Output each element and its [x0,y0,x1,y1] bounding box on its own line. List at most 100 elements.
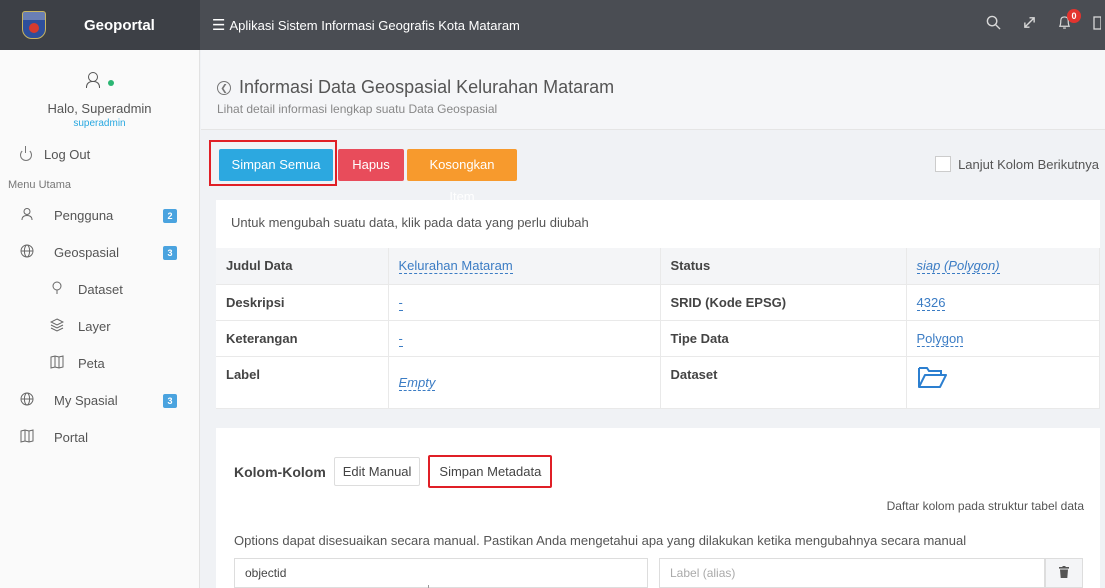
table-row: Judul Data Kelurahan Mataram Status siap… [216,248,1100,285]
globe-icon [20,244,34,261]
bell-icon[interactable]: 0 [1058,9,1081,35]
back-icon[interactable]: ❮ [217,80,231,95]
sidebar-item-label: Peta [78,356,105,371]
username[interactable]: superadmin [0,118,199,129]
edit-note: Untuk mengubah suatu data, klik pada dat… [231,215,589,230]
clear-items-button[interactable]: Kosongkan Item [407,149,517,204]
row-label: Dataset [660,356,907,409]
menu-heading: Menu Utama [8,179,71,191]
sidebar-item-label: Portal [54,430,88,445]
row-label: Deskripsi [216,284,389,321]
row-value: 4326 [906,284,1100,321]
online-status-dot [107,80,114,86]
sidebar-item-label: Geospasial [54,245,120,260]
row-value: Kelurahan Mataram [388,248,661,285]
save-all-button[interactable]: Simpan Semua [219,149,333,181]
description-value[interactable]: - [398,294,403,311]
next-column-label: Lanjut Kolom Berikutnya [958,156,1099,172]
hamburger-icon[interactable]: ☰ [212,16,225,34]
delete-button[interactable]: Hapus [338,149,404,181]
toolbar: Simpan Semua Hapus Kosongkan Item Lanjut… [209,140,1105,204]
row-label: Tipe Data [660,320,907,357]
row-label: Keterangan [216,320,389,357]
logout-link[interactable]: Log Out [0,129,199,162]
count-badge: 2 [163,208,177,223]
greeting: Halo, Superadmin [47,101,152,116]
count-badge: 3 [163,245,177,260]
next-column-checkbox[interactable] [935,156,952,172]
alias-input[interactable]: Label (alias) [659,558,1045,588]
brand-name: Geoportal [84,16,155,34]
next-column-option[interactable]: Lanjut Kolom Berikutnya [935,156,1099,172]
sidebar-item-my-spasial[interactable]: My Spasial 3 [0,382,199,419]
table-row: Deskripsi - SRID (Kode EPSG) 4326 [216,284,1100,321]
pin-icon [50,281,64,298]
user-icon [85,72,100,88]
page-title: ❮ Informasi Data Geospasial Kelurahan Ma… [217,77,1105,98]
sidebar-item-dataset[interactable]: Dataset [0,271,199,308]
sidebar-item-label: My Spasial [54,393,118,408]
power-icon [20,145,32,161]
row-label: SRID (Kode EPSG) [660,284,907,321]
search-icon[interactable] [986,15,1001,35]
sidebar-item-label: Layer [78,319,111,334]
srid-value[interactable]: 4326 [916,294,946,311]
sidebar-item-peta[interactable]: Peta [0,345,199,382]
page-title-text: Informasi Data Geospasial Kelurahan Mata… [239,77,615,97]
row-label: Judul Data [216,248,389,285]
row-value: Polygon [906,320,1100,357]
layers-icon [49,318,65,335]
label-value[interactable]: Empty [398,375,436,391]
app-title: ☰ Aplikasi Sistem Informasi Geografis Ko… [212,16,520,34]
columns-card: Kolom-Kolom Edit Manual Simpan Metadata … [216,428,1100,588]
sidebar-item-label: Pengguna [54,208,114,223]
users-icon [20,207,34,224]
app-title-text: Aplikasi Sistem Informasi Geografis Kota… [229,17,520,33]
expand-icon[interactable] [1023,16,1036,34]
city-logo [22,11,46,39]
row-value [906,356,1100,409]
table-row: Label Empty Dataset [216,356,1100,409]
title-value[interactable]: Kelurahan Mataram [398,258,513,275]
edit-manual-button[interactable]: Edit Manual [333,457,421,486]
brand[interactable]: Geoportal [0,0,200,50]
save-metadata-button[interactable]: Simpan Metadata [428,455,553,488]
sidebar-item-label: Dataset [78,282,123,297]
notification-badge: 0 [1067,9,1081,23]
data-type-value[interactable]: Polygon [916,330,964,347]
column-name-field[interactable]: objectid [234,558,648,588]
info-card: Untuk mengubah suatu data, klik pada dat… [216,200,1100,409]
row-label: Status [660,248,907,285]
logout-label: Log Out [44,147,91,162]
top-bar: Geoportal ☰ Aplikasi Sistem Informasi Ge… [0,0,1105,50]
globe-icon [20,392,34,409]
row-value: - [388,284,661,321]
delete-column-button[interactable] [1045,558,1083,588]
top-icons: 0 [986,0,1105,50]
folder-icon[interactable] [917,365,947,389]
panel-icon[interactable] [1093,15,1102,35]
page-header: ❮ Informasi Data Geospasial Kelurahan Ma… [201,50,1105,130]
columns-header: Kolom-Kolom Edit Manual Simpan Metadata [234,455,560,488]
columns-list-note: Daftar kolom pada struktur tabel data [886,499,1084,513]
user-box: Halo, Superadmin superadmin [0,50,199,129]
map-icon [20,429,34,446]
row-value: - [388,320,661,357]
status-value[interactable]: siap (Polygon) [916,258,1000,275]
page-subtitle: Lihat detail informasi lengkap suatu Dat… [217,102,498,116]
trash-icon [1059,566,1069,578]
main-content: ❮ Informasi Data Geospasial Kelurahan Ma… [201,50,1105,588]
count-badge: 3 [163,393,177,408]
sidebar-item-portal[interactable]: Portal [0,419,199,456]
columns-title: Kolom-Kolom [234,463,326,480]
options-note: Options dapat disesuaikan secara manual.… [234,533,967,548]
sidebar-item-geospasial[interactable]: Geospasial 3 [0,234,199,271]
info-table: Judul Data Kelurahan Mataram Status siap… [216,248,1100,409]
row-label: Label [216,356,389,409]
sidebar-item-pengguna[interactable]: Pengguna 2 [0,197,199,234]
row-value: siap (Polygon) [906,248,1100,285]
table-row: Keterangan - Tipe Data Polygon [216,320,1100,357]
remarks-value[interactable]: - [398,330,403,347]
sidebar-item-layer[interactable]: Layer [0,308,199,345]
map-icon [50,355,64,372]
